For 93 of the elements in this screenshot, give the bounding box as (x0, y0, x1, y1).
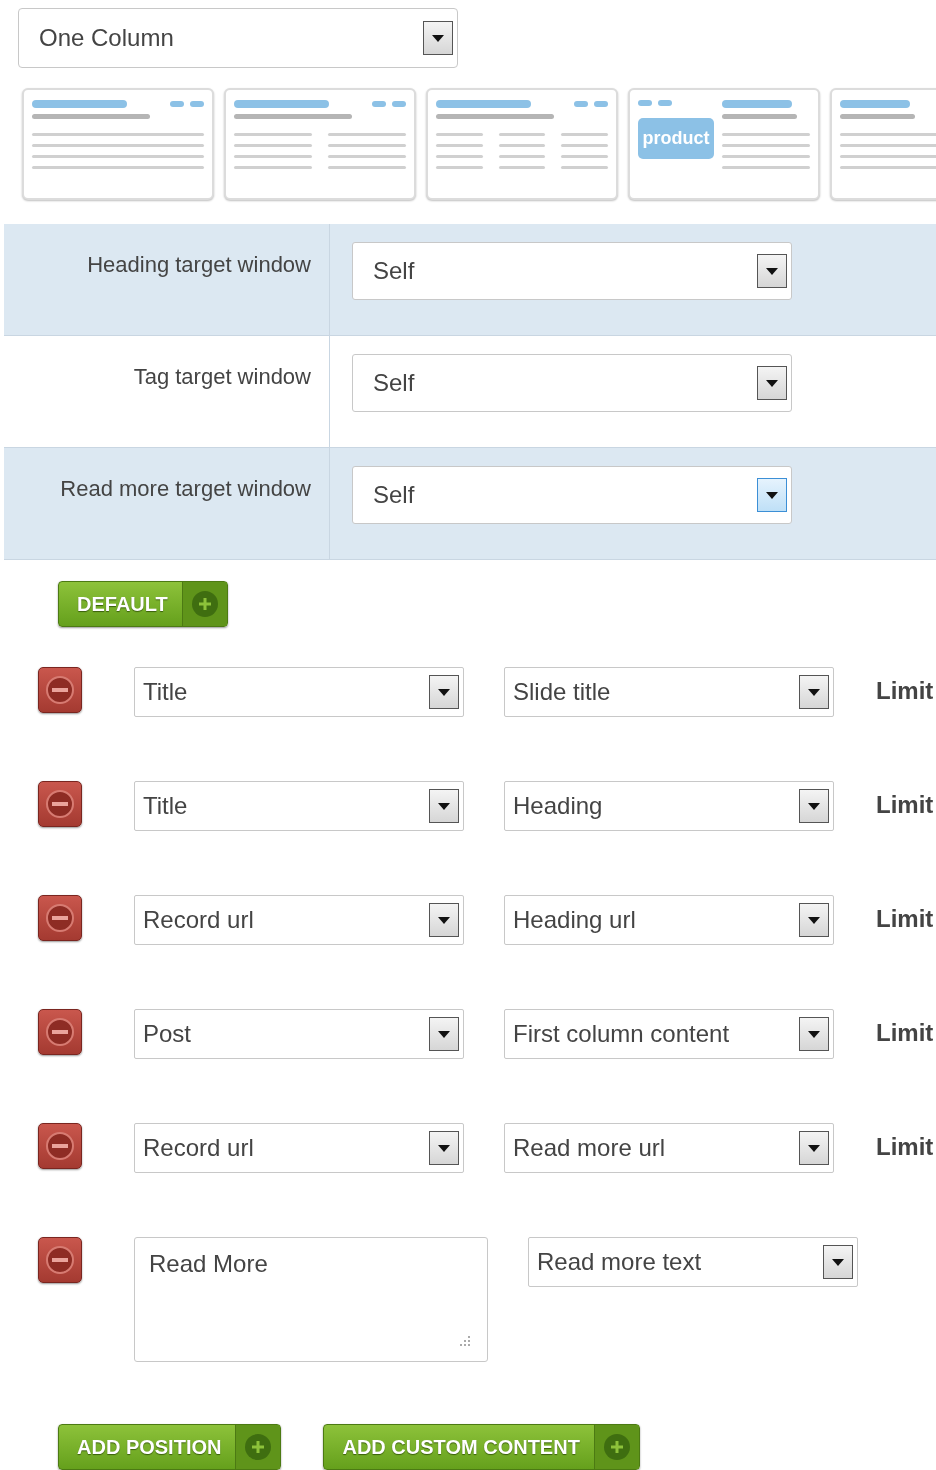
minus-icon (45, 675, 75, 705)
placeholder-line (561, 144, 608, 147)
limit-label: Limit (876, 790, 935, 819)
text-value: Read More (149, 1250, 268, 1277)
remove-button[interactable] (38, 781, 82, 827)
remove-button[interactable] (38, 1123, 82, 1169)
target-window-select[interactable]: Self (352, 466, 792, 524)
dropdown-arrow-button[interactable] (429, 789, 459, 823)
dropdown-arrow-button[interactable] (757, 478, 787, 512)
placeholder-line (561, 166, 608, 169)
remove-button[interactable] (38, 667, 82, 713)
layout-thumbnail[interactable] (22, 88, 214, 200)
limit-label: Limit (876, 1018, 935, 1047)
dashes-icon (372, 101, 406, 107)
caret-down-icon (432, 34, 444, 42)
placeholder-line (498, 133, 546, 136)
dashes-icon (638, 100, 672, 106)
caret-down-icon (438, 1030, 450, 1038)
dropdown-arrow-button[interactable] (799, 903, 829, 937)
dropdown-arrow-button[interactable] (423, 21, 453, 55)
placeholder-line (436, 144, 483, 147)
limit-label: Limit (876, 1132, 935, 1161)
placeholder-line (498, 144, 546, 147)
dropdown-arrow-button[interactable] (823, 1245, 853, 1279)
setting-label: Read more target window (60, 476, 311, 501)
setting-label: Heading target window (87, 252, 311, 277)
layout-thumbnail[interactable] (426, 88, 618, 200)
placeholder-line (436, 133, 483, 136)
resize-grip-icon[interactable] (459, 1335, 471, 1347)
dropdown-arrow-button[interactable] (799, 1131, 829, 1165)
placeholder-line (436, 166, 483, 169)
dropdown-arrow-button[interactable] (429, 903, 459, 937)
placeholder-line (436, 155, 483, 158)
caret-down-icon (832, 1258, 844, 1266)
placeholder-line (561, 155, 608, 158)
minus-icon (45, 1017, 75, 1047)
dropdown-arrow-button[interactable] (799, 789, 829, 823)
remove-button[interactable] (38, 1237, 82, 1283)
target-select[interactable]: Heading (504, 781, 834, 831)
source-select[interactable]: Post (134, 1009, 464, 1059)
plus-icon (602, 1433, 631, 1461)
plus-icon (244, 1433, 273, 1461)
caret-down-icon (766, 491, 778, 499)
plus-icon (190, 590, 219, 618)
caret-down-icon (438, 916, 450, 924)
target-window-select[interactable]: Self (352, 242, 792, 300)
dashes-icon (574, 101, 608, 107)
dashes-icon (170, 101, 204, 107)
placeholder-heading (840, 100, 910, 108)
remove-button[interactable] (38, 895, 82, 941)
setting-label: Tag target window (133, 364, 311, 389)
caret-down-icon (808, 688, 820, 696)
dropdown-arrow-button[interactable] (429, 1017, 459, 1051)
caret-down-icon (766, 267, 778, 275)
dropdown-arrow-button[interactable] (757, 254, 787, 288)
caret-down-icon (766, 379, 778, 387)
placeholder-line (498, 155, 546, 158)
caret-down-icon (808, 916, 820, 924)
source-select[interactable]: Record url (134, 1123, 464, 1173)
caret-down-icon (808, 802, 820, 810)
target-select[interactable]: Heading url (504, 895, 834, 945)
minus-icon (45, 1245, 75, 1275)
caret-down-icon (438, 1144, 450, 1152)
source-select[interactable]: Title (134, 781, 464, 831)
source-select[interactable]: Record url (134, 895, 464, 945)
dropdown-arrow-button[interactable] (429, 1131, 459, 1165)
target-select[interactable]: First column content (504, 1009, 834, 1059)
minus-icon (45, 903, 75, 933)
minus-icon (45, 1131, 75, 1161)
caret-down-icon (808, 1144, 820, 1152)
caret-down-icon (808, 1030, 820, 1038)
product-label: product (638, 118, 714, 159)
limit-label: Limit (876, 904, 935, 933)
limit-label: Limit (876, 676, 935, 705)
placeholder-line (561, 133, 608, 136)
text-input-field[interactable]: Read More (134, 1237, 488, 1362)
target-select[interactable]: Read more text (528, 1237, 858, 1287)
dropdown-arrow-button[interactable] (757, 366, 787, 400)
source-select[interactable]: Title (134, 667, 464, 717)
dropdown-arrow-button[interactable] (429, 675, 459, 709)
layout-thumbnail[interactable] (224, 88, 416, 200)
minus-icon (45, 789, 75, 819)
dropdown-arrow-button[interactable] (799, 675, 829, 709)
caret-down-icon (438, 688, 450, 696)
remove-button[interactable] (38, 1009, 82, 1055)
placeholder-heading (722, 100, 792, 108)
caret-down-icon (438, 802, 450, 810)
target-select[interactable]: Slide title (504, 667, 834, 717)
layout-select[interactable]: One Column (18, 8, 458, 68)
dropdown-arrow-button[interactable] (799, 1017, 829, 1051)
placeholder-line (498, 166, 546, 169)
target-window-select[interactable]: Self (352, 354, 792, 412)
target-select[interactable]: Read more url (504, 1123, 834, 1173)
